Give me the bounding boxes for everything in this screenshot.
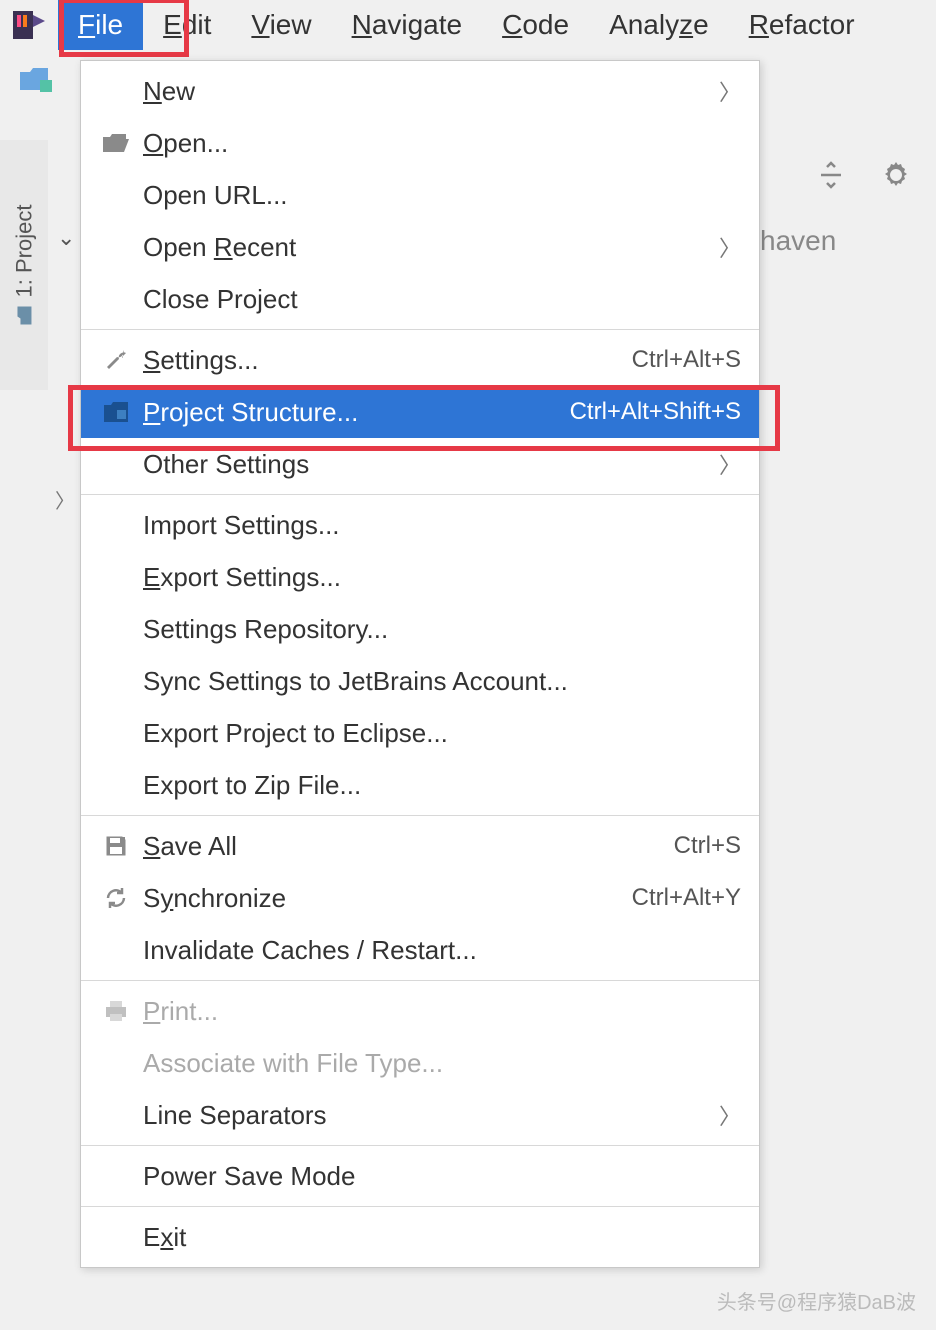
menu-new[interactable]: New 〉 (81, 65, 759, 117)
menu-print: Print... (81, 985, 759, 1037)
submenu-arrow-icon: 〉 (719, 1099, 741, 1131)
menu-other-settings[interactable]: Other Settings 〉 (81, 438, 759, 490)
menu-power-save[interactable]: Power Save Mode (81, 1150, 759, 1202)
sidebar-project-tool[interactable]: 1: Project (0, 140, 48, 390)
file-dropdown-menu: New 〉 Open... Open URL... Open Recent 〉 … (80, 60, 760, 1268)
menubar: File Edit View Navigate Code Analyze Ref… (0, 0, 936, 50)
print-icon (99, 994, 133, 1028)
sidebar-project-label: 1: Project (11, 205, 37, 326)
menu-project-structure[interactable]: Project Structure... Ctrl+Alt+Shift+S (81, 386, 759, 438)
menu-settings[interactable]: Settings... Ctrl+Alt+S (81, 334, 759, 386)
menu-refactor[interactable]: Refactor (729, 0, 875, 50)
menu-open-url[interactable]: Open URL... (81, 169, 759, 221)
menu-export-zip[interactable]: Export to Zip File... (81, 759, 759, 811)
breadcrumb-chevron-icon: 〉 (55, 485, 75, 514)
watermark: 头条号@程序猿DaB波 (717, 1286, 916, 1315)
menu-export-settings[interactable]: Export Settings... (81, 551, 759, 603)
gear-icon[interactable] (876, 155, 916, 195)
folder-open-icon (99, 126, 133, 160)
submenu-arrow-icon: 〉 (719, 231, 741, 263)
menu-open[interactable]: Open... (81, 117, 759, 169)
sync-icon (99, 881, 133, 915)
menu-edit[interactable]: Edit (143, 0, 231, 50)
menu-line-separators[interactable]: Line Separators 〉 (81, 1089, 759, 1141)
menu-settings-repository[interactable]: Settings Repository... (81, 603, 759, 655)
menu-file[interactable]: File (58, 0, 143, 50)
submenu-arrow-icon: 〉 (719, 75, 741, 107)
submenu-arrow-icon: 〉 (719, 448, 741, 480)
save-icon (99, 829, 133, 863)
menu-import-settings[interactable]: Import Settings... (81, 499, 759, 551)
menu-exit[interactable]: Exit (81, 1211, 759, 1263)
tree-chevron-icon[interactable]: ⌄ (57, 225, 75, 251)
menu-view[interactable]: View (231, 0, 331, 50)
project-structure-icon (99, 395, 133, 429)
app-icon (8, 4, 50, 46)
menu-navigate[interactable]: Navigate (332, 0, 483, 50)
wrench-icon (99, 343, 133, 377)
menu-invalidate-caches[interactable]: Invalidate Caches / Restart... (81, 924, 759, 976)
toolbar-right (811, 155, 916, 195)
menu-analyze[interactable]: Analyze (589, 0, 729, 50)
menu-export-eclipse[interactable]: Export Project to Eclipse... (81, 707, 759, 759)
background-text: haven (760, 225, 836, 257)
menu-save-all[interactable]: Save All Ctrl+S (81, 820, 759, 872)
menu-open-recent[interactable]: Open Recent 〉 (81, 221, 759, 273)
scroll-center-icon[interactable] (811, 155, 851, 195)
menu-close-project[interactable]: Close Project (81, 273, 759, 325)
menu-synchronize[interactable]: Synchronize Ctrl+Alt+Y (81, 872, 759, 924)
menu-code[interactable]: Code (482, 0, 589, 50)
menu-sync-jetbrains[interactable]: Sync Settings to JetBrains Account... (81, 655, 759, 707)
folder-icon (10, 55, 60, 105)
menu-associate-file-type: Associate with File Type... (81, 1037, 759, 1089)
